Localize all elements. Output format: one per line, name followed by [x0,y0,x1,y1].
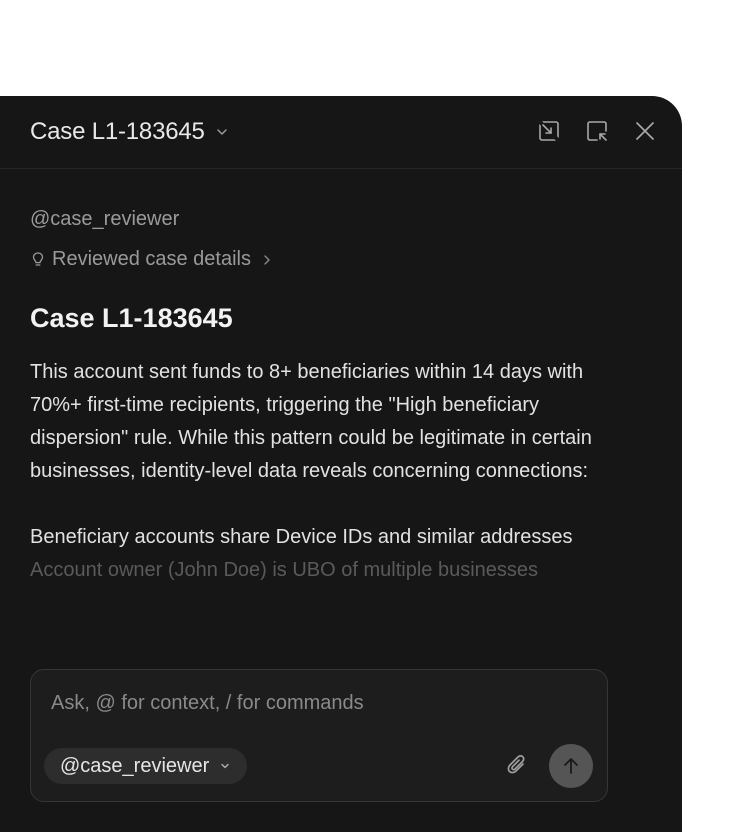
chevron-down-icon [216,129,227,135]
message-composer: @case_reviewer [30,669,608,802]
scroll-fade [0,622,638,670]
chevron-down-icon [221,763,229,769]
collapse-panel-icon [538,120,560,142]
close-button[interactable] [632,118,658,144]
agent-mention: @case_reviewer [30,208,180,230]
case-heading: Case L1-183645 [30,303,233,333]
message-input[interactable] [51,692,581,715]
arrow-up-icon [564,758,578,774]
agent-selector[interactable]: @case_reviewer [44,748,248,784]
open-external-icon [587,121,607,141]
collapse-panel-button[interactable] [536,118,562,144]
case-title-dropdown[interactable]: Case L1-183645 [30,118,229,146]
chevron-right-icon [264,254,270,265]
close-icon [636,122,654,140]
conversation-area: @case_reviewer Reviewed case details Cas… [30,208,600,587]
lightbulb-icon [32,251,44,266]
message-paragraph: Beneficiary accounts share Device IDs an… [30,526,573,548]
reviewed-label: Reviewed case details [52,248,251,270]
agent-selector-label: @case_reviewer [60,754,210,777]
panel-header: Case L1-183645 [0,96,682,169]
case-title: Case L1-183645 [30,118,205,145]
attach-button[interactable] [501,750,533,782]
send-button[interactable] [549,744,593,788]
message-paragraph: This account sent funds to 8+ beneficiar… [30,361,592,482]
paperclip-icon [507,755,525,774]
reviewed-details-toggle[interactable]: Reviewed case details [30,248,600,271]
message-faded-line: Account owner (John Doe) is UBO of multi… [30,559,539,581]
open-external-button[interactable] [584,118,610,144]
chat-panel: Case L1-183645 @case_reviewer Reviewed c… [0,96,682,832]
